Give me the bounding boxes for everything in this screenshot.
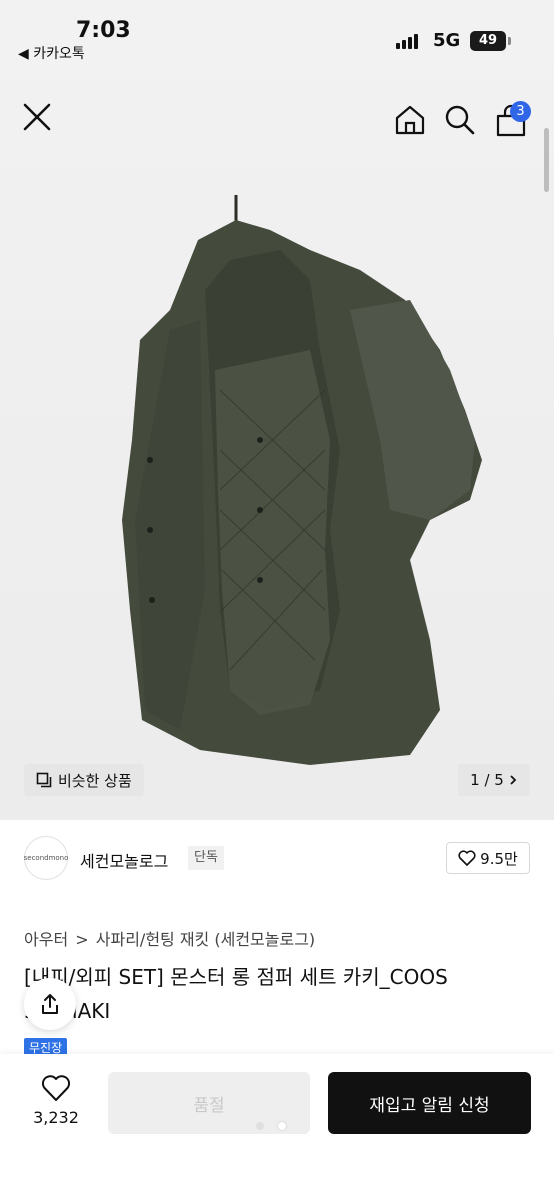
copy-icon [36, 772, 52, 788]
carousel-dots [256, 1115, 300, 1134]
product-detail-page: 7:03 ◀ 카카오톡 5G 49 3 비슷한 상품 1 / 5 secondm… [0, 0, 554, 1200]
brand-like-count: 9.5만 [480, 849, 518, 868]
dot-active [278, 1122, 286, 1130]
scrollbar[interactable] [544, 128, 549, 192]
image-page-indicator[interactable]: 1 / 5 [458, 764, 530, 796]
product-title: [내피/외피 SET] 몬스터 롱 점퍼 세트 카키_COOS 33KHAKI [24, 965, 448, 1023]
close-icon[interactable] [22, 102, 52, 132]
wishlist-button[interactable]: 3,232 [30, 1074, 82, 1127]
page-indicator-text: 1 / 5 [470, 771, 504, 789]
chevron-right-icon [510, 775, 517, 785]
dot-inactive [256, 1122, 264, 1130]
brand-like-button[interactable]: 9.5만 [446, 842, 530, 874]
breadcrumb-level2[interactable]: 사파리/헌팅 재킷 (세컨모놀로그) [96, 930, 315, 949]
exclusive-tag: 단독 [188, 846, 224, 870]
brand-logo[interactable]: secondmono [24, 836, 68, 880]
signal-icon [396, 33, 422, 49]
similar-products-button[interactable]: 비슷한 상품 [24, 764, 144, 796]
home-icon[interactable] [394, 104, 426, 136]
brand-name[interactable]: 세컨모놀로그 [80, 848, 168, 872]
status-time: 7:03 [76, 18, 131, 43]
breadcrumb-separator: > [75, 930, 89, 949]
bottom-action-bar: 3,232 품절 재입고 알림 신청 [0, 1054, 554, 1200]
battery-tip [508, 37, 511, 45]
breadcrumb-level1[interactable]: 아우터 [24, 930, 68, 949]
similar-products-label: 비슷한 상품 [58, 771, 132, 790]
search-icon[interactable] [444, 104, 476, 136]
heart-icon [41, 1075, 71, 1101]
network-type: 5G [433, 30, 461, 51]
back-to-app-link[interactable]: ◀ 카카오톡 [18, 43, 85, 63]
product-image-area[interactable]: 7:03 ◀ 카카오톡 5G 49 3 비슷한 상품 1 / 5 [0, 0, 554, 820]
jacket-product-image [122, 195, 482, 765]
share-button[interactable] [24, 978, 76, 1030]
status-bar: 7:03 ◀ 카카오톡 5G 49 [0, 0, 554, 70]
wishlist-count: 3,232 [33, 1108, 79, 1127]
share-icon [42, 994, 58, 1014]
restock-alert-button[interactable]: 재입고 알림 신청 [328, 1072, 531, 1134]
cart-count-badge: 3 [510, 101, 531, 122]
breadcrumb: 아우터 > 사파리/헌팅 재킷 (세컨모놀로그) [24, 926, 317, 950]
heart-icon [458, 850, 476, 866]
battery-icon: 49 [470, 31, 506, 51]
brand-row[interactable]: secondmono 세컨모놀로그 단독 9.5만 [0, 836, 554, 884]
